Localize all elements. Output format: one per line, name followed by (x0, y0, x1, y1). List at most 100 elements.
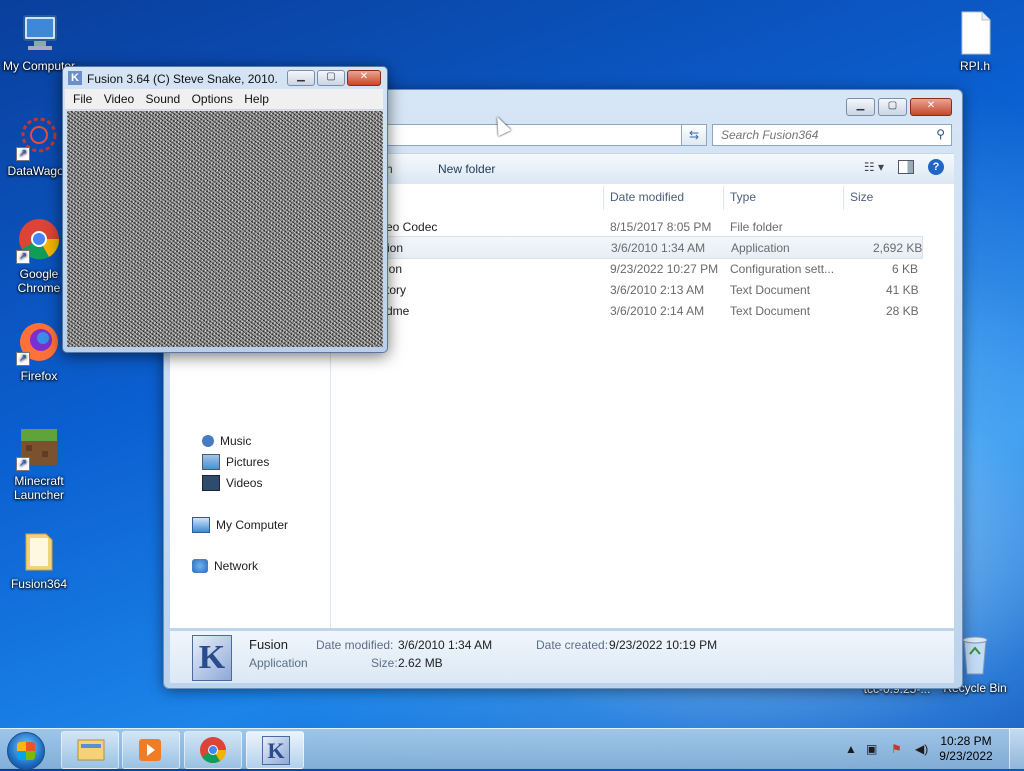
fusion-app-icon: K (192, 635, 232, 681)
desktop-icon-my-computer[interactable]: My Computer (0, 10, 78, 73)
desktop-icon-rpi-h[interactable]: RPI.h (936, 10, 1014, 73)
videos-icon (202, 475, 220, 491)
search-box[interactable]: ⚲ (712, 124, 952, 146)
column-header-date[interactable]: Date modified (610, 190, 684, 204)
shortcut-arrow-icon: ↗ (16, 457, 30, 471)
file-list: Date modified Type Size eo Codec 8/15/20… (331, 184, 954, 628)
table-row[interactable]: dme 3/6/2010 2:14 AM Text Document 28 KB (331, 300, 921, 321)
nav-item-label: Music (220, 434, 252, 448)
details-kind: Application (249, 656, 308, 670)
desktop-icon-minecraft[interactable]: ↗ Minecraft Launcher (0, 425, 78, 502)
close-button[interactable]: ✕ (910, 98, 952, 116)
taskbar-media-player-button[interactable] (122, 731, 180, 769)
row-date: 8/15/2017 8:05 PM (610, 220, 712, 234)
row-type: Text Document (730, 304, 811, 318)
network-icon (192, 559, 208, 573)
chrome-icon: ↗ (16, 218, 62, 264)
action-center-icon[interactable]: ⚑ (891, 742, 902, 756)
taskbar-fusion-button[interactable]: K (246, 731, 304, 769)
taskbar: K ▲ ▣ ⚑ ◀) 10:28 PM 9/23/2022 (0, 728, 1024, 770)
nav-item-label: My Computer (216, 518, 289, 532)
nav-item-videos[interactable]: Videos (202, 475, 262, 491)
row-size: 2,692 KB (873, 241, 923, 255)
volume-icon[interactable]: ◀) (915, 742, 928, 756)
desktop-icon-fusion364[interactable]: Fusion364 (0, 528, 78, 591)
windows-logo-icon (17, 742, 35, 760)
row-date: 3/6/2010 2:14 AM (610, 304, 705, 318)
start-button[interactable] (7, 732, 45, 770)
computer-icon (192, 517, 210, 533)
column-header-size[interactable]: Size (850, 190, 873, 204)
fusion-window[interactable]: K Fusion 3.64 (C) Steve Snake, 2010. ▁ ▢… (62, 66, 388, 353)
show-desktop-button[interactable] (1009, 729, 1024, 769)
pictures-icon (202, 454, 220, 470)
minimize-button[interactable]: ▁ (846, 98, 875, 116)
shortcut-arrow-icon: ↗ (16, 352, 30, 366)
row-type: Text Document (730, 283, 811, 297)
nav-item-music[interactable]: Music (202, 434, 251, 448)
emulator-display[interactable] (67, 111, 383, 347)
details-size-label: Size: (371, 656, 398, 670)
row-type: File folder (730, 220, 783, 234)
close-button[interactable]: ✕ (347, 70, 381, 86)
datawagon-icon: ↗ (16, 115, 62, 161)
taskbar-explorer-button[interactable] (61, 731, 119, 769)
menu-help[interactable]: Help (244, 92, 269, 106)
fusion-window-controls: ▁ ▢ ✕ (287, 70, 381, 86)
row-size: 28 KB (886, 304, 919, 318)
nav-item-pictures[interactable]: Pictures (202, 454, 269, 470)
music-icon (202, 435, 214, 447)
table-row[interactable]: tory 3/6/2010 2:13 AM Text Document 41 K… (331, 279, 921, 300)
column-header-type[interactable]: Type (730, 190, 756, 204)
explorer-window-controls: ▁ ▢ ✕ (846, 98, 952, 116)
chrome-icon (200, 737, 227, 764)
nav-item-label: Videos (226, 476, 263, 490)
menu-video[interactable]: Video (104, 92, 134, 106)
new-folder-button[interactable]: New folder (438, 162, 495, 176)
row-name: tory (386, 283, 407, 297)
search-input[interactable] (719, 125, 928, 145)
show-hidden-icons-icon[interactable]: ▲ (845, 742, 857, 756)
details-pane: K Fusion Application Date modified: 3/6/… (170, 630, 954, 683)
minimize-button[interactable]: ▁ (287, 70, 315, 86)
network-tray-icon[interactable]: ▣ (866, 742, 877, 756)
details-date-created-label: Date created: (536, 638, 609, 652)
menu-sound[interactable]: Sound (146, 92, 181, 106)
preview-pane-icon[interactable] (898, 160, 914, 174)
taskbar-chrome-button[interactable] (184, 731, 242, 769)
desktop-icon-label: Minecraft Launcher (13, 474, 65, 502)
details-name: Fusion (249, 637, 289, 652)
fusion-window-title: Fusion 3.64 (C) Steve Snake, 2010. (87, 72, 278, 86)
computer-icon (16, 10, 62, 56)
column-separator (723, 186, 724, 210)
nav-item-label: Network (214, 559, 259, 573)
clock[interactable]: 10:28 PM 9/23/2022 (936, 734, 996, 764)
refresh-button[interactable]: ⇆ (681, 124, 707, 146)
row-size: 41 KB (886, 283, 919, 297)
view-options-icon[interactable]: ☷ ▾ (864, 160, 884, 174)
nav-item-my-computer[interactable]: My Computer (192, 517, 288, 533)
row-name: ion (386, 262, 403, 276)
nav-item-label: Pictures (226, 455, 270, 469)
search-icon: ⚲ (936, 127, 945, 141)
menu-options[interactable]: Options (192, 92, 233, 106)
desktop-icon-label: Firefox (20, 369, 58, 383)
menu-file[interactable]: File (73, 92, 92, 106)
media-player-icon (139, 739, 161, 761)
table-row[interactable]: ion 9/23/2022 10:27 PM Configuration set… (331, 258, 921, 279)
row-name: ion (387, 241, 404, 255)
maximize-button[interactable]: ▢ (878, 98, 907, 116)
clock-time: 10:28 PM (940, 734, 992, 748)
maximize-button[interactable]: ▢ (317, 70, 345, 86)
row-type: Application (731, 241, 790, 255)
table-row[interactable]: eo Codec 8/15/2017 8:05 PM File folder (331, 216, 921, 237)
row-type: Configuration sett... (730, 262, 835, 276)
toolbar-right: ☷ ▾ ? (864, 159, 944, 175)
help-icon[interactable]: ? (928, 159, 944, 175)
firefox-icon: ↗ (16, 320, 62, 366)
row-size: 6 KB (892, 262, 919, 276)
table-row-selected[interactable]: ion 3/6/2010 1:34 AM Application 2,692 K… (331, 236, 923, 259)
nav-item-network[interactable]: Network (192, 559, 258, 573)
row-date: 3/6/2010 2:13 AM (610, 283, 705, 297)
refresh-icon: ⇆ (688, 128, 700, 142)
